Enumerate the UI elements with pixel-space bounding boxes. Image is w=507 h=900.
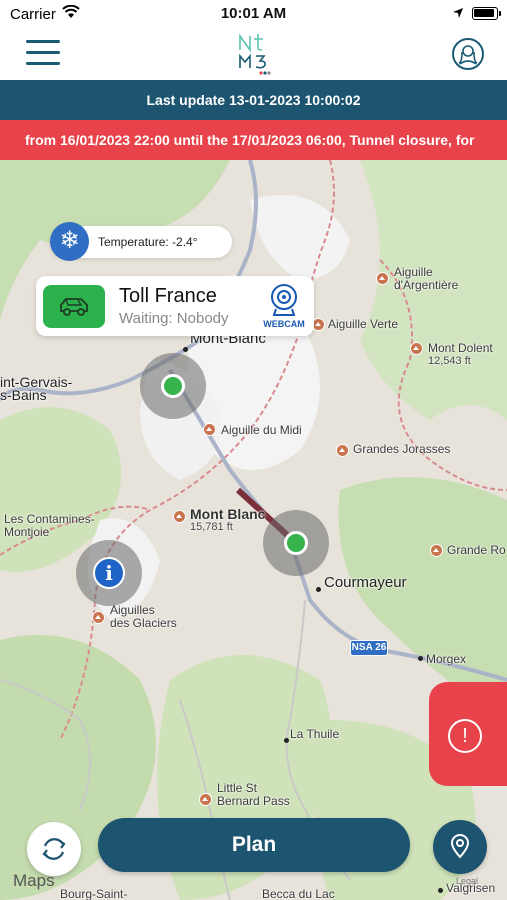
mont-dolent-name: Mont Dolent [428, 341, 493, 355]
menu-line [26, 62, 60, 65]
car-icon [43, 285, 105, 328]
mont-blanc-altitude: 15,781 ft [190, 521, 233, 533]
place-aiguille-du-midi: Aiguille du Midi [221, 423, 302, 437]
info-marker[interactable]: i [76, 540, 142, 606]
status-dot [284, 531, 308, 555]
place-saint-gervais: int-Gervais- s-Bains [0, 374, 73, 403]
snowflake-icon: ❄ [50, 222, 89, 261]
plan-button[interactable]: Plan [98, 818, 410, 872]
peak-marker [203, 423, 216, 436]
peak-marker [92, 611, 105, 624]
mont-dolent-altitude: 12,543 ft [428, 355, 471, 367]
location-arrow-icon [453, 8, 463, 18]
place-grandes-jorasses: Grandes Jorasses [353, 442, 451, 456]
place-morgex: Morgex [426, 652, 467, 666]
menu-line [26, 40, 60, 43]
place-mont-dolent: Mont Dolent 12,543 ft [428, 342, 493, 368]
menu-button[interactable] [26, 40, 60, 66]
status-dot [161, 374, 185, 398]
app-logo [239, 33, 271, 75]
menu-line [26, 51, 60, 54]
info-icon: i [93, 557, 125, 589]
town-dot [418, 656, 423, 661]
peak-marker [430, 544, 443, 557]
temperature-text: Temperature: -2.4° [98, 235, 198, 249]
peak-marker [173, 510, 186, 523]
app-header [0, 28, 507, 80]
exclamation-icon: ! [448, 719, 482, 753]
place-aiguille-argentiere: Aiguille d'Argentière [394, 265, 459, 292]
map-pin-icon [450, 834, 470, 859]
place-aiguille-verte: Aiguille Verte [328, 317, 399, 331]
place-bourg-saint: Bourg-Saint- [60, 887, 128, 900]
town-dot [183, 347, 188, 352]
map-view[interactable]: Aiguille d'Argentière Aiguille Verte Mon… [0, 160, 507, 900]
toll-waiting: Waiting: Nobody [119, 310, 229, 327]
peak-marker [199, 793, 212, 806]
town-dot [284, 738, 289, 743]
alerts-tab[interactable]: ! [429, 682, 507, 786]
user-icon [458, 45, 478, 65]
place-aiguilles-glaciers: Aiguilles des Glaciers [110, 603, 177, 630]
apple-maps-label: Maps [13, 871, 55, 890]
toll-title: Toll France [119, 285, 217, 307]
car-glyph [60, 298, 88, 316]
toll-info-card[interactable]: Toll France Waiting: Nobody WEBCAM [36, 276, 314, 336]
status-time: 10:01 AM [220, 5, 287, 22]
peak-marker [410, 342, 423, 355]
temperature-chip[interactable]: ❄ Temperature: -2.4° [50, 222, 232, 261]
mont-blanc-name: Mont Blanc [190, 506, 266, 522]
location-button[interactable] [433, 820, 487, 874]
webcam-label: WEBCAM [263, 319, 305, 329]
town-dot [438, 888, 443, 893]
place-les-contamines: Les Contamines- Montjoie [4, 512, 95, 539]
webcam-button[interactable]: WEBCAM [260, 282, 308, 330]
webcam-icon [271, 284, 297, 316]
toll-marker-italy[interactable] [263, 510, 329, 576]
place-becca-du-lac: Becca du Lac [262, 887, 335, 900]
legal-link[interactable]: Legal [456, 876, 478, 886]
refresh-button[interactable] [27, 822, 81, 876]
battery-icon [472, 7, 501, 20]
place-little-st-bernard: Little St Bernard Pass [217, 781, 290, 808]
peak-marker [336, 444, 349, 457]
place-grande-ro: Grande Ro [447, 543, 506, 557]
place-mont-blanc: Mont Blanc 15,781 ft [190, 506, 266, 534]
toll-marker-france[interactable] [140, 353, 206, 419]
place-courmayeur: Courmayeur [324, 574, 407, 591]
status-bar: Carrier 10:01 AM [0, 0, 507, 28]
traffic-alert-banner[interactable]: from 16/01/2023 22:00 until the 17/01/20… [0, 120, 507, 160]
road-shield-nsa26: NSA 26 [350, 640, 388, 656]
last-update-bar: Last update 13-01-2023 10:00:02 [0, 80, 507, 120]
place-la-thuile: La Thuile [290, 727, 340, 741]
apple-maps-logo: Maps [13, 871, 55, 891]
refresh-icon [42, 838, 66, 860]
peak-marker [376, 272, 389, 285]
profile-button[interactable] [452, 38, 484, 70]
town-dot [316, 587, 321, 592]
